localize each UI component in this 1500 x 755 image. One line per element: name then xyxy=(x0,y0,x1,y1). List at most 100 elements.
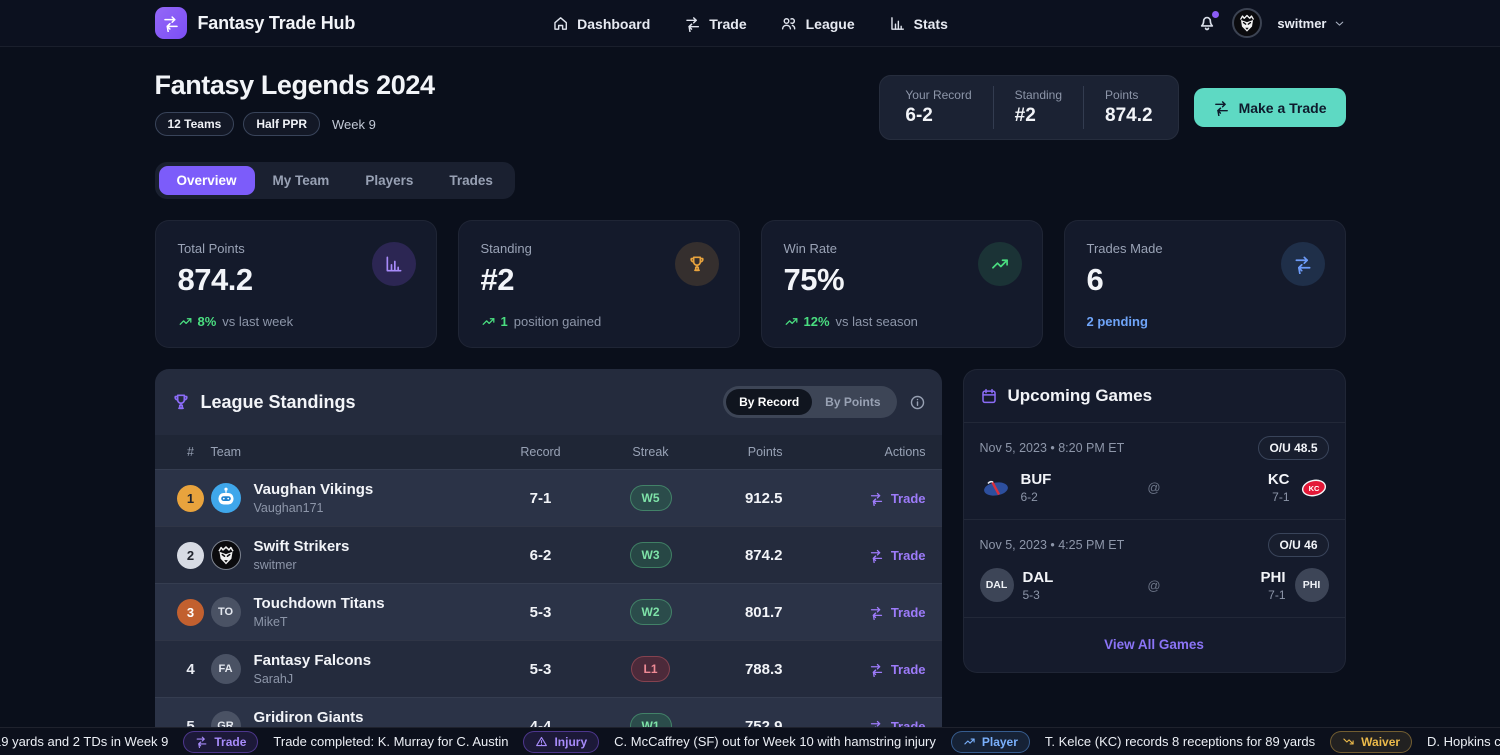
nav-item-trade[interactable]: Trade xyxy=(684,15,746,32)
standings-title: League Standings xyxy=(201,392,356,413)
away-team-badge: DAL xyxy=(980,568,1014,602)
waiver-badge: Waiver xyxy=(1330,731,1412,753)
cta-label: Make a Trade xyxy=(1239,100,1327,116)
chevron-down-icon xyxy=(1333,17,1346,30)
record-label: Your Record xyxy=(905,88,971,102)
streak-badge: W2 xyxy=(630,599,672,625)
standing-value: #2 xyxy=(1015,105,1062,127)
nav-label: League xyxy=(806,16,855,32)
swap-icon xyxy=(869,605,884,620)
trend-down-icon xyxy=(1342,735,1355,748)
tab-my-team[interactable]: My Team xyxy=(255,166,348,195)
badge-label: Injury xyxy=(554,735,587,749)
toggle-by-record[interactable]: By Record xyxy=(726,389,812,415)
make-a-trade-button[interactable]: Make a Trade xyxy=(1194,88,1346,127)
swap-icon xyxy=(1281,242,1325,286)
info-icon[interactable] xyxy=(909,394,926,411)
home-icon xyxy=(552,15,569,32)
stat-delta: 8% xyxy=(198,314,217,329)
rank-badge: 1 xyxy=(177,485,204,512)
col-header-points: Points xyxy=(701,445,811,459)
rank-badge: 4 xyxy=(186,661,194,678)
points-label: Points xyxy=(1105,88,1153,102)
row-trade-button[interactable]: Trade xyxy=(869,662,926,677)
nav-label: Trade xyxy=(709,16,746,32)
upcoming-title: Upcoming Games xyxy=(1008,386,1153,406)
robot-avatar-icon xyxy=(211,483,241,513)
away-team-record: 5-3 xyxy=(1023,588,1054,602)
username: switmer xyxy=(1277,16,1326,31)
record-value: 6-2 xyxy=(905,105,971,127)
away-team-record: 6-2 xyxy=(1021,490,1052,504)
svg-text:KC: KC xyxy=(1308,484,1319,493)
points-cell: 912.5 xyxy=(701,490,811,507)
at-symbol: @ xyxy=(1100,480,1209,495)
home-team-record: 7-1 xyxy=(1268,490,1290,504)
streak-badge: W5 xyxy=(630,485,672,511)
nav-item-dashboard[interactable]: Dashboard xyxy=(552,15,650,32)
rank-badge: 2 xyxy=(177,542,204,569)
team-name: Swift Strikers xyxy=(254,538,350,557)
main-nav: Dashboard Trade League Stats xyxy=(552,0,948,47)
row-trade-button[interactable]: Trade xyxy=(869,491,926,506)
home-team-record: 7-1 xyxy=(1260,588,1285,602)
col-header-record: Record xyxy=(481,445,601,459)
home-team-badge: PHI xyxy=(1295,568,1329,602)
trade-label: Trade xyxy=(891,605,926,620)
notifications-button[interactable] xyxy=(1197,13,1217,33)
team-avatar-initials: FA xyxy=(211,654,241,684)
points-value: 874.2 xyxy=(1105,105,1153,127)
stat-note: position gained xyxy=(514,314,601,329)
team-name: Vaughan Vikings xyxy=(254,481,374,500)
trend-up-icon xyxy=(784,314,799,329)
nav-item-league[interactable]: League xyxy=(781,15,855,32)
table-row: 3 TO Touchdown Titans MikeT 5-3 W2 801.7… xyxy=(155,583,942,640)
table-row: 2 Swift Strikers switmer xyxy=(155,526,942,583)
week-label: Week 9 xyxy=(332,117,376,132)
view-all-games-link[interactable]: View All Games xyxy=(964,617,1345,672)
game-row: Nov 5, 2023 • 8:20 PM ET O/U 48.5 BUF 6-… xyxy=(964,423,1345,519)
upcoming-games-panel: Upcoming Games Nov 5, 2023 • 8:20 PM ET … xyxy=(963,369,1346,673)
streak-badge: W3 xyxy=(630,542,672,568)
app-logo-swap-icon xyxy=(155,7,187,39)
user-avatar[interactable] xyxy=(1232,8,1262,38)
col-header-streak: Streak xyxy=(601,445,701,459)
trade-badge: Trade xyxy=(183,731,258,753)
points-cell: 788.3 xyxy=(701,661,811,678)
away-team-abbr: DAL xyxy=(1023,569,1054,586)
toggle-by-points[interactable]: By Points xyxy=(812,389,893,415)
pending-trades-note[interactable]: 2 pending xyxy=(1087,314,1148,329)
app-brand[interactable]: Fantasy Trade Hub xyxy=(155,7,356,39)
tab-overview[interactable]: Overview xyxy=(159,166,255,195)
stat-delta: 1 xyxy=(501,314,508,329)
trade-label: Trade xyxy=(891,548,926,563)
wolf-mascot-icon xyxy=(1234,10,1260,36)
ticker-item-text: Trade completed: K. Murray for C. Austin xyxy=(273,734,508,749)
user-menu[interactable]: switmer xyxy=(1277,16,1345,31)
tab-players[interactable]: Players xyxy=(347,166,431,195)
trade-label: Trade xyxy=(891,662,926,677)
row-trade-button[interactable]: Trade xyxy=(869,548,926,563)
record-cell: 5-3 xyxy=(481,661,601,678)
warning-icon xyxy=(535,735,548,748)
swap-icon xyxy=(869,662,884,677)
view-tabs: Overview My Team Players Trades xyxy=(155,162,515,199)
team-avatar-initials: TO xyxy=(211,597,241,627)
trend-up-icon xyxy=(178,314,193,329)
page-title: Fantasy Legends 2024 xyxy=(155,70,435,101)
news-ticker: 19 yards and 2 TDs in Week 9 Trade Trade… xyxy=(0,727,1500,755)
team-owner: Vaughan171 xyxy=(254,501,374,515)
notification-dot xyxy=(1212,11,1219,18)
table-row: 1 Vaughan Vikings Vaughan171 xyxy=(155,469,942,526)
streak-badge: L1 xyxy=(631,656,669,682)
stat-delta: 12% xyxy=(804,314,830,329)
row-trade-button[interactable]: Trade xyxy=(869,605,926,620)
points-cell: 801.7 xyxy=(701,604,811,621)
swap-icon xyxy=(195,735,208,748)
trophy-icon xyxy=(675,242,719,286)
swap-icon xyxy=(684,15,701,32)
injury-badge: Injury xyxy=(523,731,599,753)
trend-up-icon xyxy=(978,242,1022,286)
tab-trades[interactable]: Trades xyxy=(431,166,511,195)
nav-item-stats[interactable]: Stats xyxy=(889,15,948,32)
